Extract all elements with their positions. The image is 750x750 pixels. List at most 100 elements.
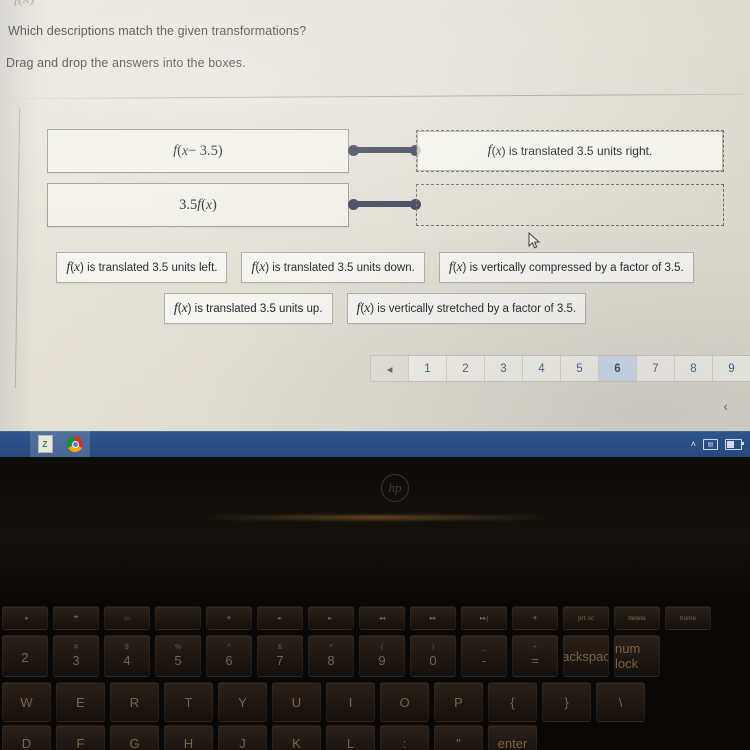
taskbar-app-document-icon[interactable]: Z [30,431,60,457]
divider [2,93,746,100]
pagination-page-4[interactable]: 4 [523,356,561,381]
key-quote[interactable]: " [434,725,483,750]
collapse-panel-chevron-icon[interactable]: ‹ [723,398,728,414]
key-5[interactable]: % 5 [155,635,201,677]
pagination-prev-button[interactable]: ◂ [371,356,409,381]
key-3[interactable]: #3 [53,635,99,677]
pagination-page-5[interactable]: 5 [561,356,599,381]
keyboard-home-row: D F G H J K L : " enter [0,725,537,750]
key-2[interactable]: 2 [2,635,48,677]
laptop-keyboard: · ▸ ☂ ▭ · ☀ ◂· ▸· ◂◂ ▸▸ ▸▸| ✈ prt sc del… [0,602,750,750]
key-sup: % [174,644,182,651]
pagination-page-3[interactable]: 3 [485,356,523,381]
key-e[interactable]: E [56,682,105,722]
key-r[interactable]: R [110,682,159,722]
key-u[interactable]: U [272,682,321,722]
key-equals[interactable]: + = [512,635,558,677]
pagination-page-8[interactable]: 8 [675,356,713,381]
answer-tile-vertically-stretched[interactable]: f(x) is vertically stretched by a factor… [346,293,587,324]
key-fn[interactable]: · ▸ [2,606,48,630]
key-fn[interactable]: ▭ [104,606,150,630]
key-y[interactable]: Y [218,682,267,722]
key-d[interactable]: D [2,725,51,750]
answer-tile-translated-down[interactable]: f(x) is translated 3.5 units down. [241,252,425,283]
key-7[interactable]: & 7 [257,635,303,677]
key-l[interactable]: L [326,725,375,750]
answer-tile-vertically-compressed[interactable]: f(x) is vertically compressed by a facto… [438,252,694,283]
key-8[interactable]: * 8 [308,635,354,677]
key-sup: $ [125,644,129,651]
key-print-screen[interactable]: prt sc [563,606,609,630]
dropped-answer-1[interactable]: f(x) is translated 3.5 units right. [417,131,723,171]
key-fn[interactable]: ▸▸ [410,606,456,630]
tray-chevron-up-icon[interactable]: ˄ [691,439,696,449]
key-i[interactable]: I [326,682,375,722]
key-delete[interactable]: delete [614,606,660,630]
pagination-page-7[interactable]: 7 [637,356,675,381]
key-main: 6 [225,653,233,668]
key-main: 2 [21,649,29,665]
key-enter[interactable]: enter [488,725,537,750]
key-p[interactable]: P [434,682,483,722]
key-o[interactable]: O [380,682,429,722]
answer-bank-row-2: f(x) is translated 3.5 units up. f(x) is… [0,293,750,324]
key-fn[interactable]: ☀ [206,606,252,630]
key-sup: # [74,644,78,651]
mouse-cursor-icon [528,232,541,249]
key-bracket-right[interactable]: } [542,682,591,722]
key-9[interactable]: (9 [359,635,405,677]
key-0[interactable]: ) 0 [410,635,456,677]
pagination-page-2[interactable]: 2 [447,356,485,381]
key-fn[interactable]: ✈ [512,606,558,630]
key-bracket-left[interactable]: { [488,682,537,722]
pagination-page-6[interactable]: 6 [599,356,637,381]
tray-battery-icon[interactable] [725,438,744,450]
drop-zone-2[interactable] [416,184,724,226]
key-j[interactable]: J [218,725,267,750]
key-fn[interactable]: ▸· [308,606,354,630]
key-w[interactable]: W [2,682,51,722]
term-box-2[interactable]: 3.5 f(x) [47,183,349,227]
laptop-bezel [0,457,750,602]
key-main: 3 [72,653,80,668]
pagination-page-9[interactable]: 9 [713,356,750,381]
key-6[interactable]: ^ 6 [206,635,252,677]
key-semicolon[interactable]: : [380,725,429,750]
key-k[interactable]: K [272,725,321,750]
key-f[interactable]: F [56,725,105,750]
key-backslash[interactable]: \ [596,682,645,722]
key-backspace[interactable]: backspace [563,635,609,677]
key-g[interactable]: G [110,725,159,750]
key-fn[interactable]: ◂◂ [359,606,405,630]
key-h[interactable]: H [164,725,213,750]
taskbar-start-area[interactable] [0,431,30,457]
tray-network-icon[interactable]: ▤ [703,438,718,450]
chrome-icon [67,436,83,452]
key-sup: * [329,644,333,651]
answer-bank: f(x) is translated 3.5 units left. f(x) … [0,252,750,334]
answer-tile-translated-left[interactable]: f(x) is translated 3.5 units left. [56,252,228,283]
key-main: 0 [429,653,437,668]
question-text: Which descriptions match the given trans… [8,24,307,38]
answer-bank-row-1: f(x) is translated 3.5 units left. f(x) … [0,252,750,283]
key-home[interactable]: home [665,606,711,630]
term-box-1[interactable]: f(x − 3.5) [47,129,349,173]
taskbar-chrome-icon[interactable] [60,431,90,457]
key-fn[interactable]: ◂· [257,606,303,630]
key-fn[interactable]: · [155,606,201,630]
answer-tile-translated-up[interactable]: f(x) is translated 3.5 units up. [163,293,333,324]
key-sup: _ [482,644,486,651]
laptop-body: · ▸ ☂ ▭ · ☀ ◂· ▸· ◂◂ ▸▸ ▸▸| ✈ prt sc del… [0,457,750,750]
key-num-lock[interactable]: num lock [614,635,660,677]
pagination-page-1[interactable]: 1 [409,356,447,381]
key-minus[interactable]: _ - [461,635,507,677]
connector-dot-2-left [348,199,359,210]
key-4[interactable]: $4 [104,635,150,677]
key-main: 8 [327,653,335,668]
key-fn[interactable]: ▸▸| [461,606,507,630]
key-fn[interactable]: ☂ [53,606,99,630]
drop-zone-1[interactable]: f(x) is translated 3.5 units right. [416,130,724,172]
connector-line-1 [352,147,415,153]
key-t[interactable]: T [164,682,213,722]
system-tray: ˄ ▤ [691,438,750,450]
